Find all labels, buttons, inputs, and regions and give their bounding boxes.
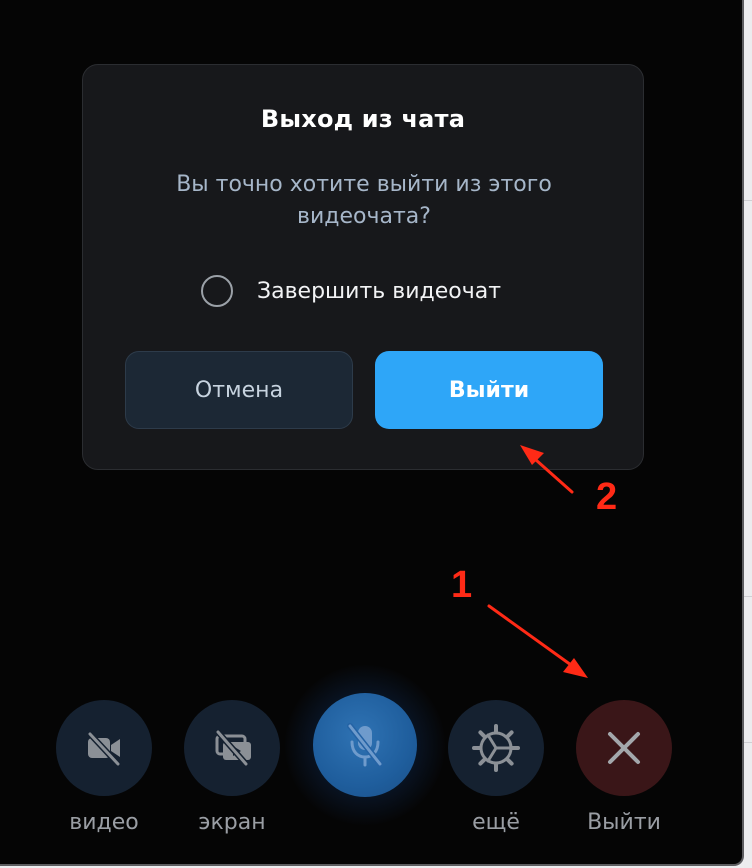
video-off-icon	[87, 731, 121, 767]
dialog-title: Выход из чата	[260, 105, 466, 133]
annotation-arrow-1	[487, 604, 580, 672]
video-label: видео	[69, 810, 139, 835]
annotation-marker-1: 1	[451, 564, 473, 606]
leave-label: Выйти	[587, 810, 661, 835]
end-videochat-checkbox[interactable]	[201, 275, 233, 307]
more-label: ещё	[472, 810, 520, 835]
leave-call-button[interactable]	[576, 700, 672, 796]
cancel-button[interactable]: Отмена	[125, 351, 353, 429]
screen-label: экран	[198, 810, 266, 835]
leave-chat-dialog: Выход из чата Вы точно хотите выйти из э…	[82, 64, 644, 470]
background-window-edge	[744, 0, 752, 868]
microphone-off-icon	[347, 723, 383, 767]
more-button[interactable]	[448, 700, 544, 796]
screen-share-button[interactable]	[184, 700, 280, 796]
gear-icon	[472, 724, 520, 772]
microphone-toggle-button[interactable]	[313, 693, 417, 797]
video-toggle-button[interactable]	[56, 700, 152, 796]
close-icon	[608, 732, 640, 764]
dialog-message: Вы точно хотите выйти из этого видеочата…	[176, 172, 552, 229]
annotation-marker-2: 2	[596, 476, 618, 518]
end-videochat-label: Завершить видеочат	[257, 278, 502, 304]
annotation-arrowhead-1	[563, 658, 588, 678]
screen-share-off-icon	[215, 729, 251, 767]
videochat-window: Выход из чата Вы точно хотите выйти из э…	[0, 0, 744, 866]
confirm-leave-button[interactable]: Выйти	[375, 351, 603, 429]
end-videochat-option[interactable]: Завершить видеочат	[201, 273, 501, 309]
